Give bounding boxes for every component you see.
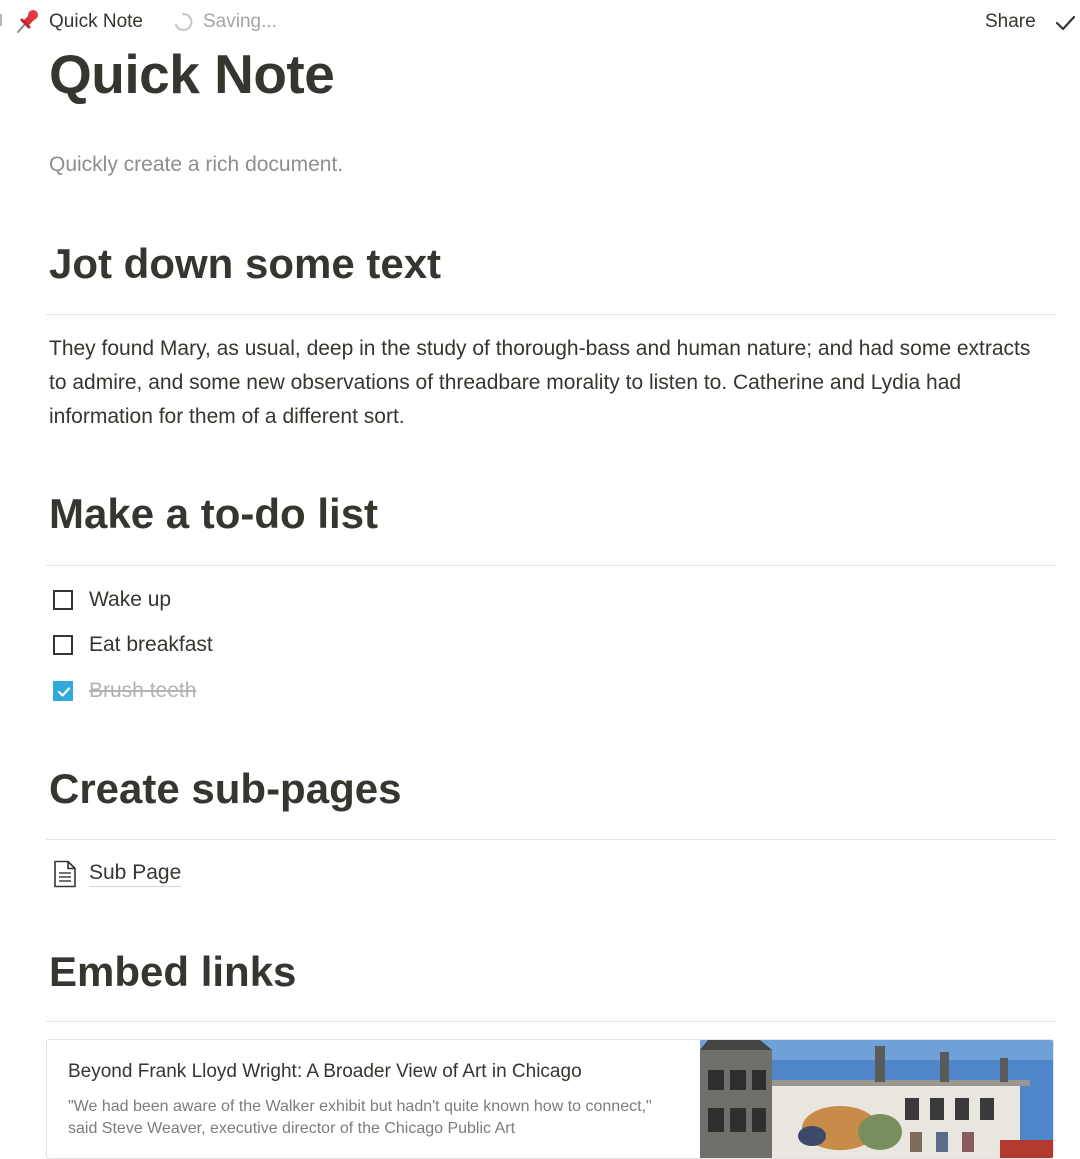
spinner-icon [174,12,193,32]
bookmark-title: Beyond Frank Lloyd Wright: A Broader Vie… [68,1061,582,1082]
divider [46,839,1056,840]
share-button[interactable]: Share [985,11,1036,33]
check-icon[interactable] [1052,10,1078,36]
heading-sub-pages[interactable]: Create sub-pages [49,765,401,813]
todo-label[interactable]: Eat breakfast [89,631,213,659]
page-subtitle[interactable]: Quickly create a rich document. [49,153,343,177]
subpage-link[interactable]: Sub Page [53,858,253,890]
todo-label-done[interactable]: Brush teeth [89,677,196,705]
heading-todo-list[interactable]: Make a to-do list [49,490,378,538]
body-paragraph[interactable]: They found Mary, as usual, deep in the s… [49,332,1049,434]
pushpin-icon [17,10,38,33]
bookmark-thumbnail [700,1040,1053,1158]
document-icon [54,860,76,888]
sidebar-edge [0,14,2,26]
checkmark-icon [57,687,71,697]
breadcrumb-page-title[interactable]: Quick Note [49,11,143,33]
top-bar: Quick Note Saving... Share [0,0,1080,46]
bookmark-description: "We had been aware of the Walker exhibit… [68,1098,652,1137]
todo-checkbox[interactable] [53,590,73,610]
saving-status: Saving... [203,11,277,32]
todo-item: Eat breakfast [53,631,653,661]
todo-label[interactable]: Wake up [89,586,171,614]
divider [46,1021,1056,1022]
bookmark-card[interactable]: Beyond Frank Lloyd Wright: A Broader Vie… [46,1039,1054,1159]
page-title[interactable]: Quick Note [49,42,335,106]
subpage-label[interactable]: Sub Page [89,860,182,887]
todo-item: Wake up [53,586,653,616]
heading-embed-links[interactable]: Embed links [49,948,296,996]
divider [46,314,1056,315]
todo-checkbox-checked[interactable] [53,681,73,701]
todo-item: Brush teeth [53,677,653,707]
todo-checkbox[interactable] [53,635,73,655]
divider [46,565,1056,566]
heading-jot-down-text[interactable]: Jot down some text [49,240,441,288]
